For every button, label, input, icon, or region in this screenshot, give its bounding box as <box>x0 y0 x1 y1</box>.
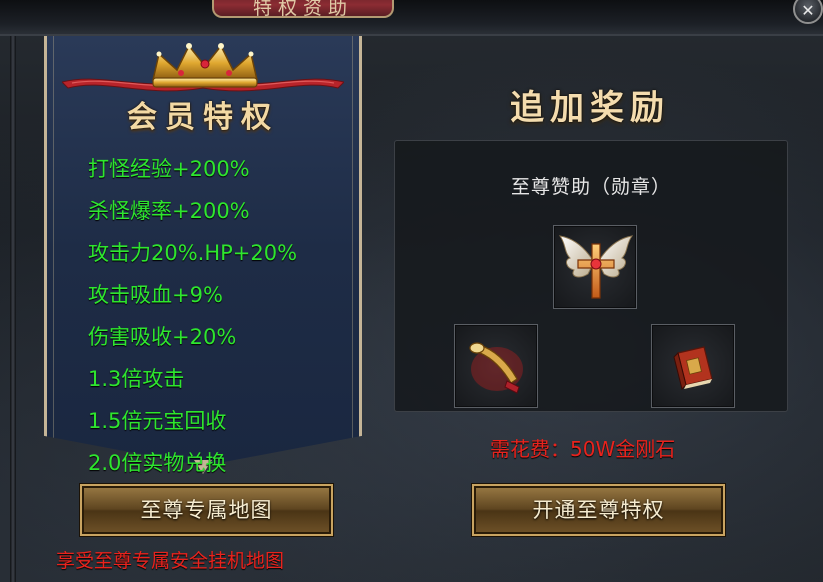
perk-item: 杀怪爆率+200% <box>88 199 250 223</box>
reward-caption: 至尊赞助（勋章） <box>510 176 671 198</box>
exclusive-map-note: 享受至尊专属安全挂机地图 <box>56 550 285 572</box>
perk-item: 1.3倍攻击 <box>88 367 185 391</box>
cost-note: 需花费：50W金刚石 <box>490 437 676 461</box>
perk-item: 1.5倍元宝回收 <box>88 409 227 433</box>
red-book-icon <box>673 346 713 390</box>
reward-slot-medal[interactable] <box>553 225 637 309</box>
crown-icon <box>152 43 258 88</box>
winged-cross-medal-icon <box>558 235 634 299</box>
frame-left-edge <box>10 36 16 582</box>
window-title: 特权资助 <box>252 0 353 18</box>
perk-item: 伤害吸收+20% <box>88 325 237 349</box>
perk-item: 攻击力20%.HP+20% <box>88 241 298 265</box>
activate-supreme-privilege-button[interactable]: 开通至尊特权 <box>472 484 725 536</box>
perk-item: 打怪经验+200% <box>88 157 250 181</box>
title-bar <box>0 0 823 36</box>
perk-list: 打怪经验+200% 杀怪爆率+200% 攻击力20%.HP+20% 攻击吸血+9… <box>88 154 348 490</box>
window-title-tab: 特权资助 <box>212 0 394 18</box>
reward-slot-horn[interactable] <box>454 324 538 408</box>
golden-horn-icon <box>469 342 523 394</box>
member-privilege-title: 会员特权 <box>127 100 279 135</box>
close-icon: ✕ <box>801 1 815 20</box>
reward-slot-book[interactable] <box>651 324 735 408</box>
exclusive-map-button[interactable]: 至尊专属地图 <box>80 484 333 536</box>
bonus-reward-title: 追加奖励 <box>510 88 670 128</box>
perk-item: 攻击吸血+9% <box>88 283 223 307</box>
